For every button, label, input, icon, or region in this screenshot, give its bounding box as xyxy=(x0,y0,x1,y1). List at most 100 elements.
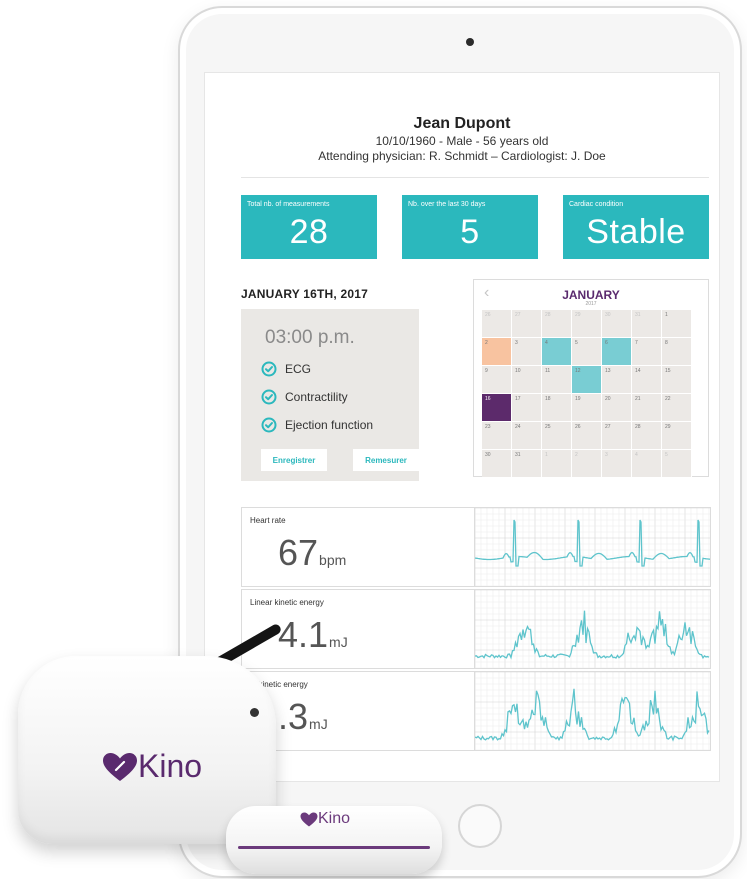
calendar-day-number: 30 xyxy=(485,452,491,458)
device-button-dot xyxy=(250,708,259,717)
waveform-trace xyxy=(475,610,710,660)
calendar-day[interactable]: 31 xyxy=(512,450,542,478)
check-circle-icon xyxy=(261,361,277,377)
calendar-year: 2017 xyxy=(585,301,597,307)
stat-last-30-days: Nb. over the last 30 days 5 xyxy=(402,195,538,259)
calendar-day-number: 28 xyxy=(635,424,641,430)
metric-unit: bpm xyxy=(319,552,347,568)
calendar-day-number: 17 xyxy=(515,396,521,402)
session-date: JANUARY 16TH, 2017 xyxy=(241,287,368,301)
calendar-day-number: 27 xyxy=(515,312,521,318)
calendar-day-number: 3 xyxy=(515,340,518,346)
calendar-day[interactable]: 30 xyxy=(482,450,512,478)
check-contractility: Contractility xyxy=(261,389,348,405)
record-button[interactable]: Enregistrer xyxy=(261,449,327,471)
check-circle-icon xyxy=(261,389,277,405)
calendar-day-number: 2 xyxy=(485,340,488,346)
waveform-trace xyxy=(475,688,710,742)
calendar-day[interactable]: 5 xyxy=(572,338,602,366)
sensor-stripe xyxy=(238,846,430,849)
calendar-day[interactable]: 4 xyxy=(632,450,662,478)
calendar-day[interactable]: 27 xyxy=(602,422,632,450)
calendar-day-number: 30 xyxy=(605,312,611,318)
metric-unit: mJ xyxy=(309,716,328,732)
calendar-day[interactable]: 26 xyxy=(572,422,602,450)
chart-grid xyxy=(475,508,710,586)
calendar-day[interactable]: 5 xyxy=(662,450,692,478)
stat-label: Cardiac condition xyxy=(569,201,624,208)
calendar-day[interactable]: 9 xyxy=(482,366,512,394)
home-button[interactable] xyxy=(458,804,502,848)
calendar-day-number: 23 xyxy=(485,424,491,430)
calendar-day[interactable]: 12 xyxy=(572,366,602,394)
stat-value: 28 xyxy=(289,213,329,251)
calendar-day-number: 27 xyxy=(605,424,611,430)
calendar-day[interactable]: 22 xyxy=(662,394,692,422)
stat-total-measurements: Total nb. of measurements 28 xyxy=(241,195,377,259)
calendar-day[interactable]: 29 xyxy=(572,310,602,338)
calendar-day-number: 1 xyxy=(545,452,548,458)
calendar-day-number: 3 xyxy=(605,452,608,458)
calendar-day-number: 12 xyxy=(575,368,581,374)
calendar-day[interactable]: 27 xyxy=(512,310,542,338)
calendar-day[interactable]: 25 xyxy=(542,422,572,450)
patient-header: Jean Dupont 10/10/1960 - Male - 56 years… xyxy=(205,115,719,163)
calendar-day[interactable]: 18 xyxy=(542,394,572,422)
calendar-day[interactable]: 1 xyxy=(662,310,692,338)
kino-logo: Kino xyxy=(102,748,202,785)
calendar-day-number: 11 xyxy=(545,368,551,374)
calendar-day-number: 14 xyxy=(635,368,641,374)
calendar-day[interactable]: 19 xyxy=(572,394,602,422)
calendar-day[interactable]: 8 xyxy=(662,338,692,366)
calendar-day-number: 26 xyxy=(485,312,491,318)
calendar-day[interactable]: 24 xyxy=(512,422,542,450)
remeasure-button[interactable]: Remesurer xyxy=(353,449,419,471)
calendar-day[interactable]: 3 xyxy=(512,338,542,366)
calendar-day[interactable]: 14 xyxy=(632,366,662,394)
metric-value: .3mJ xyxy=(278,696,328,738)
calendar-day[interactable]: 30 xyxy=(602,310,632,338)
calendar-day[interactable]: 4 xyxy=(542,338,572,366)
calendar-day-number: 20 xyxy=(605,396,611,402)
calendar-day[interactable]: 17 xyxy=(512,394,542,422)
calendar-day-number: 10 xyxy=(515,368,521,374)
calendar-day[interactable]: 3 xyxy=(602,450,632,478)
calendar-day[interactable]: 26 xyxy=(482,310,512,338)
calendar-day[interactable]: 2 xyxy=(482,338,512,366)
calendar-day[interactable]: 1 xyxy=(542,450,572,478)
calendar-day[interactable]: 16 xyxy=(482,394,512,422)
calendar-day-number: 28 xyxy=(545,312,551,318)
calendar-day[interactable]: 2 xyxy=(572,450,602,478)
calendar-day-number: 4 xyxy=(545,340,548,346)
calendar-day[interactable]: 11 xyxy=(542,366,572,394)
calendar: ‹ JANUARY 2017 26 27 28 29 30 31 1 2 3 4 5 6 7 8 9 10 11… xyxy=(473,279,709,478)
calendar-day[interactable]: 13 xyxy=(602,366,632,394)
stat-value: Stable xyxy=(586,213,686,251)
calendar-day-number: 21 xyxy=(635,396,641,402)
calendar-day[interactable]: 23 xyxy=(482,422,512,450)
calendar-day-number: 26 xyxy=(575,424,581,430)
calendar-day-number: 29 xyxy=(665,424,671,430)
calendar-day[interactable]: 20 xyxy=(602,394,632,422)
rotational-energy-waveform-chart xyxy=(475,672,710,750)
metric-number: 4.1 xyxy=(278,614,329,655)
calendar-day[interactable]: 6 xyxy=(602,338,632,366)
calendar-day[interactable]: 21 xyxy=(632,394,662,422)
calendar-day-number: 15 xyxy=(665,368,671,374)
patient-details: 10/10/1960 - Male - 56 years old xyxy=(375,134,549,148)
calendar-day[interactable]: 7 xyxy=(632,338,662,366)
session-time: 03:00 p.m. xyxy=(265,327,355,348)
calendar-day[interactable]: 10 xyxy=(512,366,542,394)
calendar-day[interactable]: 28 xyxy=(632,422,662,450)
calendar-day-number: 24 xyxy=(515,424,521,430)
calendar-day[interactable]: 28 xyxy=(542,310,572,338)
calendar-day[interactable]: 15 xyxy=(662,366,692,394)
metric-value: 4.1mJ xyxy=(278,614,348,656)
calendar-day-number: 6 xyxy=(605,340,608,346)
calendar-day[interactable]: 31 xyxy=(632,310,662,338)
kino-sensor: Kino xyxy=(226,806,442,874)
calendar-day-number: 8 xyxy=(665,340,668,346)
stat-value: 5 xyxy=(460,213,480,251)
check-ejection-function: Ejection function xyxy=(261,417,373,433)
calendar-day[interactable]: 29 xyxy=(662,422,692,450)
